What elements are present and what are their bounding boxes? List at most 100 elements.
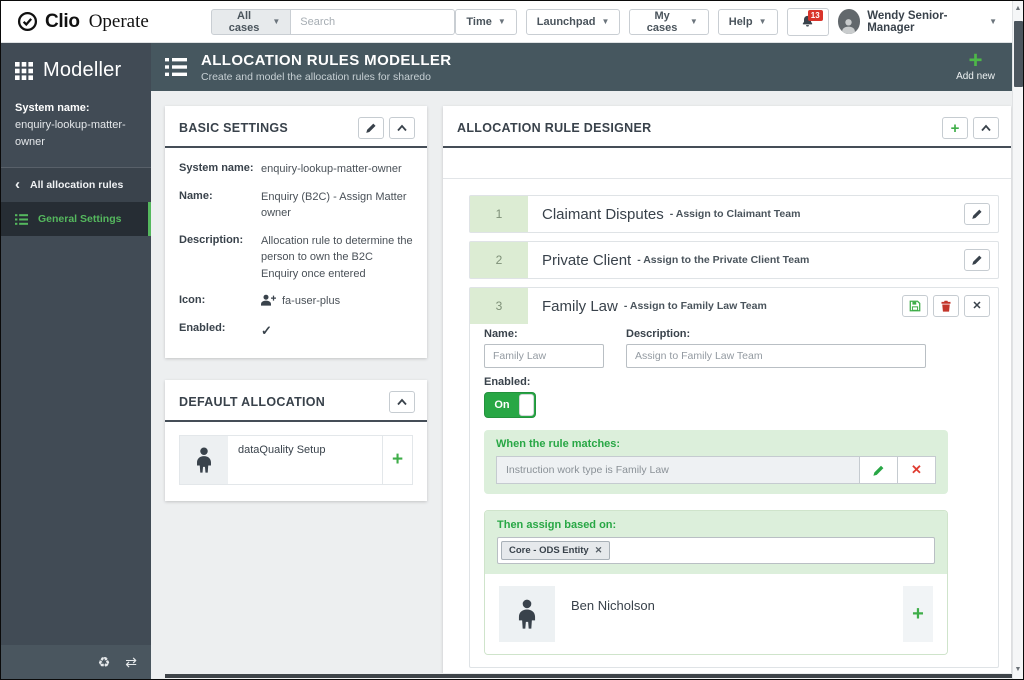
- rule-row-private-client[interactable]: 2 Private Client - Assign to the Private…: [469, 241, 999, 279]
- help-menu-button[interactable]: Help ▼: [717, 8, 778, 35]
- vertical-scrollbar[interactable]: ▲ ▼: [1012, 1, 1023, 679]
- rule-order-number: 1: [470, 196, 528, 232]
- scroll-up-arrow[interactable]: ▲: [1015, 1, 1022, 15]
- vertical-scrollbar-thumb[interactable]: [1013, 21, 1023, 87]
- default-allocation-card: DEFAULT ALLOCATION dataQuality Setup +: [165, 380, 427, 501]
- edit-condition-button[interactable]: [860, 456, 898, 484]
- my-cases-menu-button[interactable]: My cases ▼: [629, 8, 709, 35]
- basic-settings-title: BASIC SETTINGS: [179, 121, 289, 135]
- chevron-up-icon: [397, 124, 407, 132]
- chevron-down-icon: ▼: [989, 17, 997, 26]
- page-subtitle: Create and model the allocation rules fo…: [201, 70, 431, 83]
- add-assignee-button[interactable]: +: [903, 586, 933, 642]
- collapse-designer-button[interactable]: [973, 117, 999, 139]
- description-label: Description:: [626, 328, 691, 340]
- toggle-knob: [519, 394, 534, 416]
- sidebar-app-title: Modeller: [1, 43, 151, 96]
- close-icon: ✕: [972, 299, 982, 312]
- app-window: Clio Operate All cases▼ Time▼ Launchpad▼ …: [0, 0, 1024, 680]
- remove-tag-icon[interactable]: ✕: [595, 545, 603, 556]
- topbar-menus: Time ▼ Launchpad ▼ My cases ▼ Help ▼ 13 Wend…: [455, 7, 1005, 36]
- rules-list: 1 Claimant Disputes - Assign to Claimant…: [443, 179, 1011, 673]
- recycle-icon[interactable]: ♻: [98, 655, 111, 669]
- rule-row-family-law-expanded: 3 Family Law - Assign to Family Law Team: [469, 287, 999, 668]
- close-rule-button[interactable]: ✕: [964, 295, 990, 317]
- remove-condition-button[interactable]: ✕: [898, 456, 936, 484]
- launchpad-menu-button[interactable]: Launchpad ▼: [525, 8, 621, 35]
- time-menu-button[interactable]: Time ▼: [455, 8, 517, 35]
- chevron-down-icon: ▼: [497, 17, 506, 26]
- collapse-basic-settings-button[interactable]: [389, 117, 415, 139]
- horizontal-scrollbar-thumb[interactable]: [165, 674, 1022, 678]
- rule-name-input[interactable]: [484, 344, 604, 368]
- default-allocation-item: dataQuality Setup +: [179, 435, 413, 485]
- avatar: [837, 9, 861, 34]
- grid-icon: [15, 61, 33, 80]
- add-rule-button[interactable]: +: [942, 117, 968, 139]
- plus-icon: +: [968, 47, 983, 74]
- sidebar: Modeller System name: enquiry-lookup-mat…: [1, 43, 151, 679]
- content: BASIC SETTINGS System name: enquiry-look…: [151, 91, 1023, 673]
- rule-condition[interactable]: Instruction work type is Family Law: [496, 456, 860, 484]
- add-default-allocation-button[interactable]: +: [382, 436, 412, 484]
- chevron-down-icon: ▼: [601, 17, 610, 26]
- designer-title: ALLOCATION RULE DESIGNER: [457, 121, 652, 135]
- edit-basic-settings-button[interactable]: [358, 117, 384, 139]
- list-icon: [15, 213, 28, 225]
- enabled-toggle[interactable]: On: [484, 392, 536, 418]
- sidebar-footer: ♻ ⇄: [1, 645, 151, 679]
- chevron-down-icon: ▼: [272, 17, 281, 26]
- all-cases-dropdown[interactable]: All cases ▼: [210, 8, 292, 35]
- search-input[interactable]: [291, 8, 456, 35]
- user-plus-icon: [261, 294, 276, 306]
- person-icon: [842, 19, 856, 34]
- rule-row-claimant-disputes[interactable]: 1 Claimant Disputes - Assign to Claimant…: [469, 195, 999, 233]
- swap-icon[interactable]: ⇄: [125, 655, 137, 669]
- chevron-down-icon: ▼: [758, 17, 767, 26]
- check-circle-icon: [17, 11, 38, 32]
- notifications-button[interactable]: 13: [786, 7, 829, 36]
- person-avatar-block: [499, 586, 555, 642]
- collapse-default-allocation-button[interactable]: [389, 391, 415, 413]
- pencil-square-icon: [972, 255, 982, 265]
- allocation-rule-designer-card: ALLOCATION RULE DESIGNER + 1 Claimant Di…: [443, 106, 1011, 673]
- list-icon: [165, 58, 187, 76]
- edit-rule-button[interactable]: [964, 249, 990, 271]
- field-system-name: System name: enquiry-lookup-matter-owner: [179, 162, 402, 175]
- user-menu[interactable]: Wendy Senior-Manager ▼: [837, 9, 997, 34]
- person-icon: [197, 447, 211, 473]
- clio-logo[interactable]: Clio Operate: [17, 11, 149, 33]
- global-search: All cases ▼: [210, 8, 456, 35]
- sidebar-nav: ‹ All allocation rules General Settings: [1, 168, 151, 237]
- chevron-up-icon: [397, 398, 407, 406]
- then-assign-section: Then assign based on: Core - ODS Entity …: [484, 510, 948, 655]
- close-icon: ✕: [911, 462, 922, 477]
- save-rule-button[interactable]: [902, 295, 928, 317]
- assign-based-on-input[interactable]: Core - ODS Entity ✕: [497, 537, 935, 564]
- sidebar-title-text: Modeller: [43, 59, 122, 81]
- sidebar-item-all-allocation-rules[interactable]: ‹ All allocation rules: [1, 168, 151, 203]
- assignee-row: Ben Nicholson +: [499, 586, 933, 642]
- tag-core-ods-entity[interactable]: Core - ODS Entity ✕: [501, 541, 611, 560]
- when-rule-matches-panel: When the rule matches: Instruction work …: [484, 430, 948, 494]
- plus-icon: +: [950, 119, 960, 137]
- delete-rule-button[interactable]: [933, 295, 959, 317]
- check-icon: ✓: [261, 322, 272, 338]
- sidebar-item-general-settings[interactable]: General Settings: [1, 202, 151, 237]
- rule-description-input[interactable]: [626, 344, 926, 368]
- scroll-down-arrow[interactable]: ▼: [1015, 662, 1022, 676]
- pencil-icon: [366, 123, 376, 133]
- logo-text-operate: Operate: [88, 10, 149, 32]
- field-name: Name: Enquiry (B2C) - Assign Matter owne…: [179, 189, 407, 220]
- sidebar-system-name: System name: enquiry-lookup-matter-owner: [1, 96, 151, 169]
- person-icon: [518, 599, 536, 629]
- field-description: Description: Allocation rule to determin…: [179, 233, 413, 280]
- edit-rule-button[interactable]: [964, 203, 990, 225]
- save-icon: [909, 300, 921, 312]
- field-enabled: Enabled: ✓: [179, 321, 413, 341]
- page-title-block: ALLOCATION RULES MODELLER Create and mod…: [201, 52, 452, 83]
- assignee-name: Ben Nicholson: [571, 598, 655, 613]
- chevron-down-icon: ▼: [689, 17, 698, 26]
- default-allocation-title: DEFAULT ALLOCATION: [179, 395, 326, 409]
- add-new-button[interactable]: + Add new: [956, 47, 1007, 83]
